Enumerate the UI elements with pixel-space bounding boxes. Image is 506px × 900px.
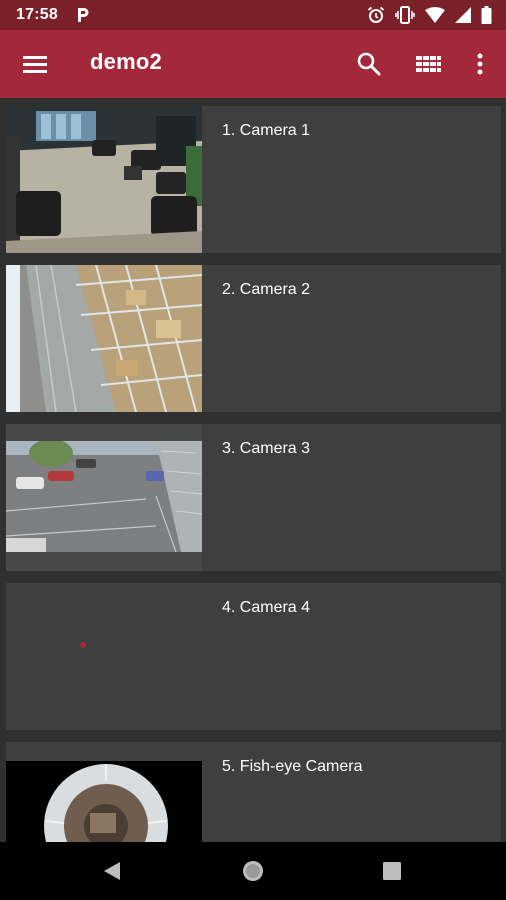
home-icon[interactable] [238,856,268,886]
menu-icon[interactable] [20,50,50,78]
camera-label: 4. Camera 4 [222,599,311,616]
camera-card-3[interactable]: 3. Camera 3 [6,424,501,571]
cell-signal-icon [455,7,471,23]
camera-list: 1. Camera 1 2. Camera 2 3. Camera 3 4. C… [0,98,506,842]
camera-card-5[interactable]: 5. Fish-eye Camera [6,742,501,842]
status-time: 17:58 [16,6,58,23]
camera-3-thumbnail [6,424,202,571]
camera-1-thumbnail [6,106,202,253]
camera-card-1[interactable]: 1. Camera 1 [6,106,501,253]
navigation-bar [0,842,506,900]
parking-icon [78,8,89,22]
status-bar: 17:58 [0,0,506,30]
camera-label: 1. Camera 1 [222,122,311,139]
camera-5-thumbnail [6,742,202,842]
recording-dot-icon [80,642,86,648]
page-title: demo2 [90,49,162,74]
camera-label: 3. Camera 3 [222,440,311,457]
app-bar: demo2 [0,30,506,98]
camera-4-thumbnail [6,583,202,730]
camera-2-thumbnail [6,265,202,412]
vibrate-icon [395,6,415,24]
back-icon[interactable] [98,856,128,886]
camera-card-4[interactable]: 4. Camera 4 [6,583,501,730]
more-vert-icon[interactable] [470,50,500,78]
recents-icon[interactable] [377,856,407,886]
alarm-icon [367,6,385,23]
search-icon[interactable] [354,50,384,78]
camera-card-2[interactable]: 2. Camera 2 [6,265,501,412]
wifi-icon [425,7,445,23]
grid-view-icon[interactable] [413,50,443,78]
camera-label: 5. Fish-eye Camera [222,758,363,775]
camera-label: 2. Camera 2 [222,281,311,298]
battery-icon [481,6,492,24]
